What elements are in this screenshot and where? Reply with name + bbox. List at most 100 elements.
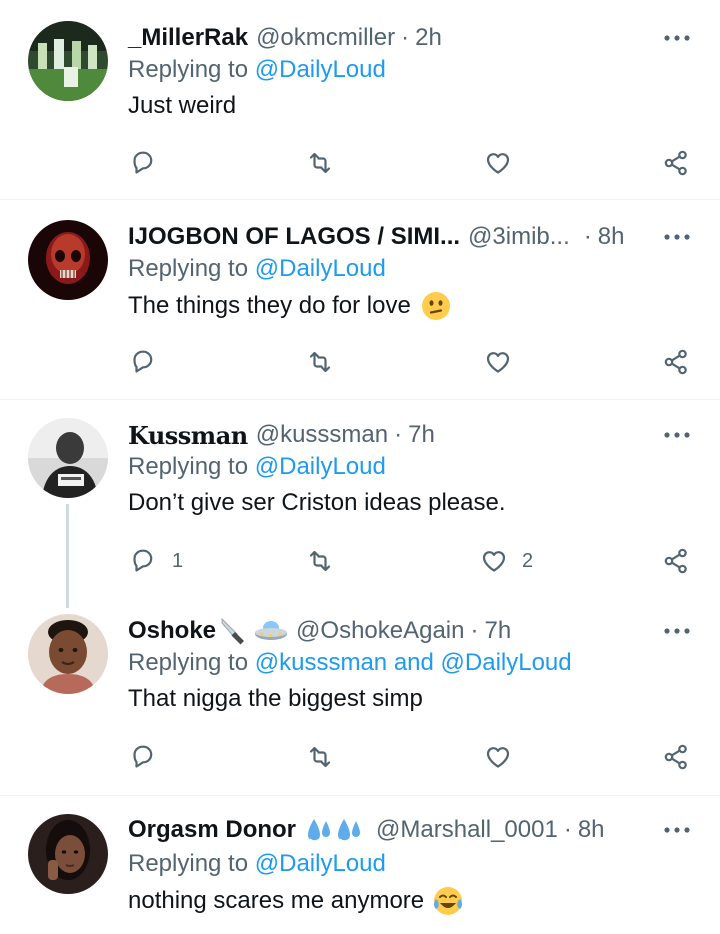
retweet-button[interactable] [306,148,334,178]
confused-face-emoji-icon [421,292,450,320]
tweet-text: Don’t give ser Criston ideas please. [128,489,506,517]
more-options-icon[interactable] [662,623,692,639]
thread-connector [66,504,69,608]
reply-bubble-icon [133,151,153,174]
replying-to: Replying to @DailyLoud [128,850,386,878]
mention-link[interactable]: @DailyLoud [255,255,386,282]
tweet[interactable]: _MillerRak @okmcmiller · 2h Replying to … [0,0,720,198]
avatar[interactable] [28,418,108,498]
replying-to-label: Replying to [128,453,249,480]
replying-to: Replying to @kusssman and @DailyLoud [128,649,572,677]
user-handle[interactable]: @3imib... [468,223,570,251]
replying-to: Replying to @DailyLoud [128,56,386,84]
separator-dot: · [401,24,410,51]
reply-count: 1 [172,549,184,572]
timestamp[interactable]: 7h [408,421,435,449]
separator-dot: · [470,617,479,644]
tweet-text: That nigga the biggest simp [128,685,423,713]
tweet[interactable]: IJOGBON OF LAGOS / SIMI... @3imib... · 8… [0,200,720,398]
like-count: 2 [522,549,534,572]
retweet-icon [309,152,331,174]
user-handle[interactable]: @kusssman [256,421,388,449]
reply-bubble-icon [133,745,153,768]
retweet-button[interactable] [306,742,334,772]
share-icon [664,548,687,574]
replying-to: Replying to @DailyLoud [128,255,386,283]
display-name[interactable]: Orgasm Donor [128,816,296,844]
sweat-droplets-emoji-icon [308,819,361,842]
heart-icon [482,551,506,572]
retweet-button[interactable] [306,347,334,377]
like-button[interactable] [484,148,526,178]
reply-bubble-icon [133,549,153,572]
heart-icon [486,153,510,174]
like-button[interactable]: 2 [480,546,533,576]
ufo-emoji-icon [255,621,288,640]
avatar[interactable] [28,814,108,894]
heart-icon [486,747,510,768]
user-handle[interactable]: @Marshall_0001 [376,816,558,844]
retweet-icon [309,746,331,768]
share-icon [664,744,687,770]
avatar[interactable] [28,21,108,101]
action-bar [128,347,692,377]
mention-link[interactable]: @DailyLoud [255,850,386,877]
tears-of-joy-emoji-icon [434,887,463,915]
tweet-text-content: The things they do for love [128,292,411,319]
avatar[interactable] [28,220,108,300]
user-handle[interactable]: @OshokeAgain [296,617,464,645]
tweet[interactable]: Orgasm Donor @Marshall_0001 · 8h Replyin… [0,796,720,934]
tweet-text-content: Don’t give ser Criston ideas please. [128,489,506,516]
timestamp[interactable]: 2h [415,24,442,52]
action-bar [128,148,692,178]
knife-emoji-icon [221,617,245,645]
share-button[interactable] [662,546,690,576]
tweet-text: Just weird [128,92,236,120]
reply-button[interactable] [130,742,172,772]
timestamp[interactable]: 7h [485,617,512,645]
separator-dot: · [563,816,572,843]
retweet-button[interactable] [306,546,334,576]
separator-dot: · [394,421,403,448]
like-button[interactable] [484,742,526,772]
retweet-icon [309,550,331,572]
display-name[interactable]: Kussman [128,421,248,450]
avatar[interactable] [28,614,108,694]
tweet-text: The things they do for love [128,291,451,321]
replying-to-label: Replying to [128,649,249,676]
share-button[interactable] [662,347,690,377]
share-button[interactable] [662,148,690,178]
replying-to-label: Replying to [128,56,249,83]
mention-link[interactable]: @DailyLoud [255,56,386,83]
tweet-text: nothing scares me anymore [128,886,464,916]
user-handle[interactable]: @okmcmiller [256,24,395,52]
display-name[interactable]: Oshoke [128,617,216,645]
replying-to-label: Replying to [128,850,249,877]
separator-dot: · [583,223,592,250]
share-button[interactable] [662,742,690,772]
more-options-icon[interactable] [662,229,692,245]
display-name[interactable]: IJOGBON OF LAGOS / SIMI... [128,223,460,251]
timestamp[interactable]: 8h [578,816,605,844]
retweet-icon [309,351,331,373]
tweet-text-content: That nigga the biggest simp [128,685,423,712]
more-options-icon[interactable] [662,427,692,443]
mention-link[interactable]: @DailyLoud [255,453,386,480]
tweet-text-content: Just weird [128,92,237,119]
mention-link[interactable]: @kusssman and @DailyLoud [255,649,572,676]
display-name[interactable]: _MillerRak [128,24,248,52]
like-button[interactable] [484,347,526,377]
reply-button[interactable] [130,148,172,178]
action-bar: 1 2 [128,546,692,576]
more-options-icon[interactable] [662,822,692,838]
replying-to: Replying to @DailyLoud [128,453,386,481]
tweet[interactable]: Oshoke @OshokeAgain · 7h Replying to @ku… [0,596,720,794]
share-icon [664,349,687,375]
reply-button[interactable]: 1 [130,546,183,576]
timestamp[interactable]: 8h [598,223,625,251]
replying-to-label: Replying to [128,255,249,282]
reply-button[interactable] [130,347,172,377]
tweet[interactable]: Kussman @kusssman · 7h Replying to @Dail… [0,400,720,608]
tweet-text-content: nothing scares me anymore [128,887,425,914]
more-options-icon[interactable] [662,30,692,46]
